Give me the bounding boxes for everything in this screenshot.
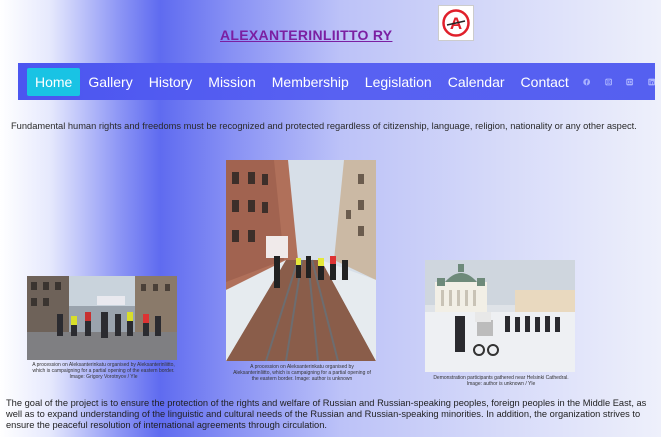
intro-paragraph: Fundamental human rights and freedoms mu…: [11, 121, 637, 131]
goal-paragraph: The goal of the project is to ensure the…: [6, 398, 647, 430]
nav-history[interactable]: History: [141, 68, 201, 96]
nav-mission[interactable]: Mission: [200, 68, 263, 96]
gallery-caption-2: A procession on Aleksanterinkatu organis…: [233, 364, 371, 382]
youtube-icon[interactable]: [626, 75, 634, 89]
nav-home[interactable]: Home: [27, 67, 81, 96]
facebook-icon[interactable]: [583, 75, 590, 89]
nav-calendar[interactable]: Calendar: [440, 68, 513, 96]
instagram-icon[interactable]: [605, 75, 613, 89]
gallery-photo-procession-2[interactable]: [226, 160, 376, 361]
gallery-photo-cathedral[interactable]: [425, 260, 575, 372]
gallery-caption-3: Demonstration participants gathered near…: [433, 375, 569, 387]
nav-legislation[interactable]: Legislation: [357, 68, 440, 96]
linkedin-icon[interactable]: [647, 75, 655, 89]
site-title[interactable]: ALEXANTERINLIITTO RY: [220, 27, 392, 43]
logo-emblem-icon: A: [442, 9, 470, 37]
main-nav: Home Gallery History Mission Membership …: [18, 63, 655, 100]
nav-membership[interactable]: Membership: [264, 68, 357, 96]
gallery-caption-1: A procession on Aleksanterinkatu organis…: [32, 362, 175, 380]
nav-gallery[interactable]: Gallery: [80, 68, 140, 96]
gallery-photo-procession-1[interactable]: [27, 276, 177, 360]
organization-logo[interactable]: A: [438, 5, 474, 41]
nav-contact[interactable]: Contact: [513, 68, 577, 96]
